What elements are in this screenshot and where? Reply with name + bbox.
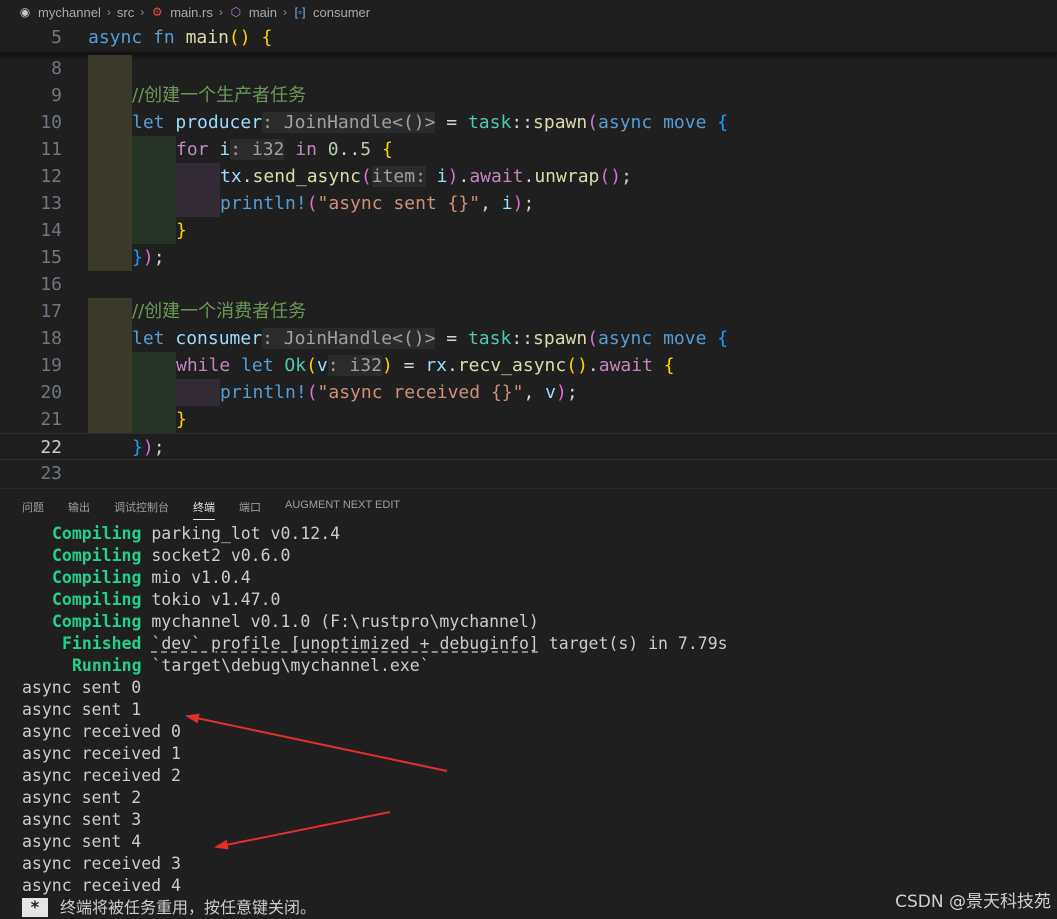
arrow-annotation: [185, 713, 448, 772]
watermark: CSDN @景天科技苑: [895, 892, 1051, 912]
arrow-annotation: [214, 811, 391, 850]
annotation-arrows: [185, 713, 448, 850]
